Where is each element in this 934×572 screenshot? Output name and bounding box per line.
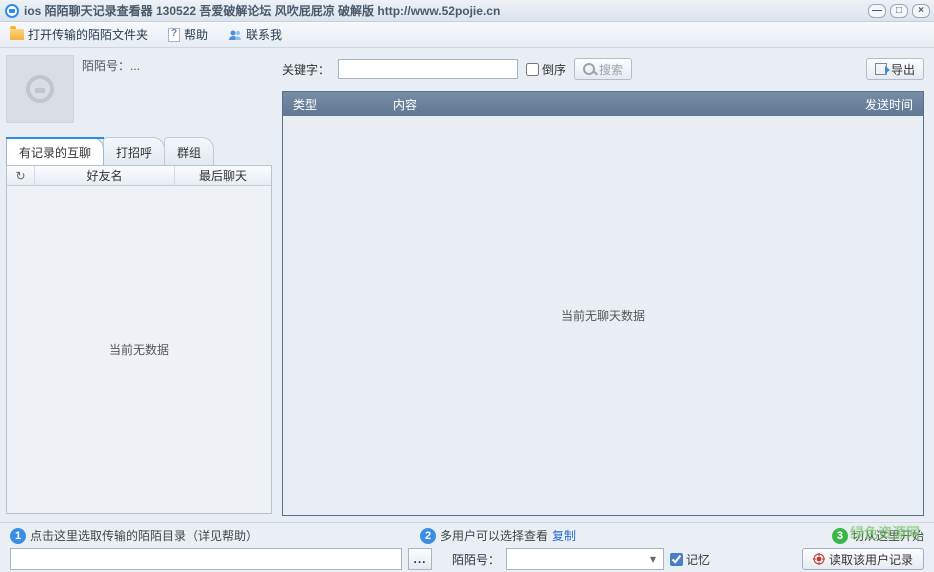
right-panel: 关键字： 倒序 搜索 导出 类型 内容 发送时间 当前无聊天 xyxy=(282,55,924,516)
target-icon xyxy=(813,553,825,565)
left-panel: 陌陌号：... 有记录的互聊 打招呼 群组 ↻ 好友名 最后聊天 当前无数据 xyxy=(6,55,272,516)
contact-button[interactable]: 联系我 xyxy=(224,24,286,45)
chat-empty: 当前无聊天数据 xyxy=(561,307,645,324)
chevron-down-icon: ▾ xyxy=(645,551,661,567)
help-button[interactable]: 帮助 xyxy=(164,24,212,45)
momo-id-row: 陌陌号：... xyxy=(82,55,140,74)
friend-grid: ↻ 好友名 最后聊天 当前无数据 xyxy=(6,165,272,514)
export-button-label: 导出 xyxy=(891,61,915,78)
hint-2: 2 多用户可以选择查看 复制 xyxy=(420,527,740,544)
col-friend-name[interactable]: 好友名 xyxy=(35,166,175,185)
search-bar: 关键字： 倒序 搜索 导出 xyxy=(282,55,924,83)
chat-table: 类型 内容 发送时间 当前无聊天数据 xyxy=(282,91,924,516)
help-label: 帮助 xyxy=(184,26,208,43)
select-label: 陌陌号： xyxy=(452,551,500,568)
tab-greet[interactable]: 打招呼 xyxy=(103,137,165,165)
left-tabs: 有记录的互聊 打招呼 群组 xyxy=(6,137,272,165)
user-select[interactable]: ▾ xyxy=(506,548,664,570)
avatar xyxy=(6,55,74,123)
friend-grid-empty: 当前无数据 xyxy=(109,341,169,358)
search-icon xyxy=(583,63,595,75)
app-icon xyxy=(4,3,20,19)
search-button-label: 搜索 xyxy=(599,61,623,78)
read-records-label: 读取该用户记录 xyxy=(829,551,913,568)
remember-checkbox-wrap[interactable]: 记忆 xyxy=(670,551,710,568)
titlebar: ios 陌陌聊天记录查看器 130522 吾爱破解论坛 风吹屁屁凉 破解版 ht… xyxy=(0,0,934,22)
reverse-checkbox-wrap[interactable]: 倒序 xyxy=(526,61,566,78)
browse-button[interactable]: ... xyxy=(408,548,432,570)
badge-3-icon: 3 xyxy=(832,528,848,544)
hint-3-text: 切从这里开始 xyxy=(852,527,924,544)
friend-grid-header: ↻ 好友名 最后聊天 xyxy=(7,166,271,186)
col-last-chat[interactable]: 最后聊天 xyxy=(175,166,271,185)
reverse-label: 倒序 xyxy=(542,61,566,78)
momo-id-value: ... xyxy=(130,59,140,73)
col-content[interactable]: 内容 xyxy=(383,96,837,113)
remember-label: 记忆 xyxy=(686,551,710,568)
read-records-button[interactable]: 读取该用户记录 xyxy=(802,548,924,570)
tab-group[interactable]: 群组 xyxy=(164,137,214,165)
momo-id-label: 陌陌号： xyxy=(82,59,130,73)
window-title: ios 陌陌聊天记录查看器 130522 吾爱破解论坛 风吹屁屁凉 破解版 ht… xyxy=(24,2,868,19)
directory-input[interactable] xyxy=(10,548,402,570)
reverse-checkbox[interactable] xyxy=(526,63,539,76)
col-time[interactable]: 发送时间 xyxy=(837,96,923,113)
maximize-button[interactable]: □ xyxy=(890,4,908,18)
col-type[interactable]: 类型 xyxy=(283,96,383,113)
hint-1-text: 点击这里选取传输的陌陌目录（详见帮助） xyxy=(30,527,258,544)
folder-icon xyxy=(10,29,24,40)
copy-link[interactable]: 复制 xyxy=(552,527,576,544)
open-folder-label: 打开传输的陌陌文件夹 xyxy=(28,26,148,43)
search-button[interactable]: 搜索 xyxy=(574,58,632,80)
close-button[interactable]: × xyxy=(912,4,930,18)
toolbar: 打开传输的陌陌文件夹 帮助 联系我 xyxy=(0,22,934,48)
tab-records[interactable]: 有记录的互聊 xyxy=(6,137,104,165)
keyword-label: 关键字： xyxy=(282,61,330,78)
contact-label: 联系我 xyxy=(246,26,282,43)
hint-1: 1 点击这里选取传输的陌陌目录（详见帮助） xyxy=(10,527,420,544)
remember-checkbox[interactable] xyxy=(670,553,683,566)
badge-1-icon: 1 xyxy=(10,528,26,544)
hint-2-text: 多用户可以选择查看 xyxy=(440,527,548,544)
help-icon xyxy=(168,28,180,42)
open-folder-button[interactable]: 打开传输的陌陌文件夹 xyxy=(6,24,152,45)
minimize-button[interactable]: — xyxy=(868,4,886,18)
keyword-input[interactable] xyxy=(338,59,518,79)
contact-icon xyxy=(228,28,242,42)
export-button[interactable]: 导出 xyxy=(866,58,924,80)
export-icon xyxy=(875,63,887,75)
refresh-button[interactable]: ↻ xyxy=(7,166,35,185)
bottom-bar: 1 点击这里选取传输的陌陌目录（详见帮助） 2 多用户可以选择查看 复制 绿色资… xyxy=(0,522,934,572)
badge-2-icon: 2 xyxy=(420,528,436,544)
friend-grid-body: 当前无数据 xyxy=(7,186,271,513)
hint-3: 绿色资源网 3 切从这里开始 xyxy=(740,527,924,544)
chat-table-header: 类型 内容 发送时间 xyxy=(283,92,923,116)
chat-table-body: 当前无聊天数据 xyxy=(283,116,923,515)
